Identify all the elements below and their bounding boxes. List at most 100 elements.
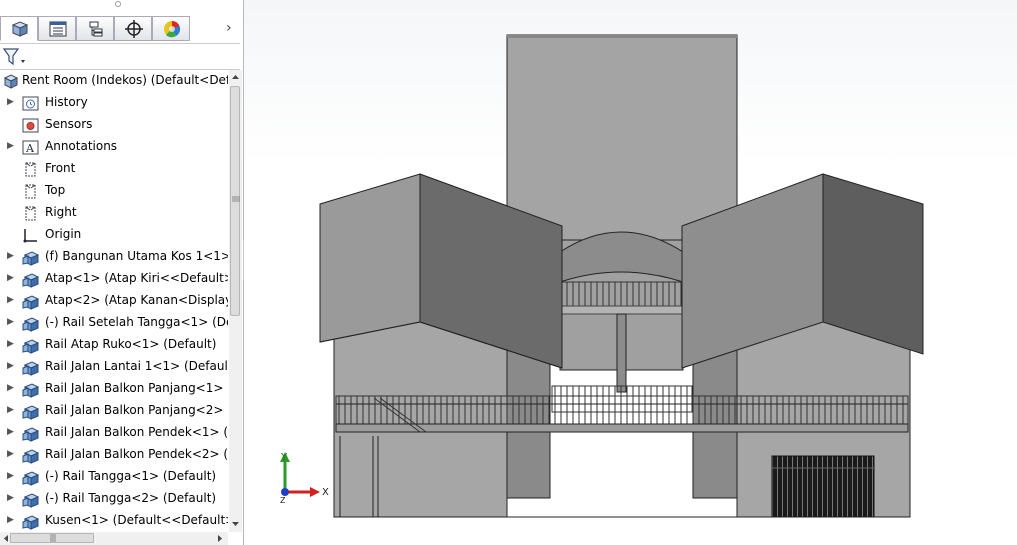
tab-configurationmanager[interactable] — [76, 16, 114, 41]
tree-item[interactable]: ▶ (-) Rail Setelah Tangga<1> (Default — [0, 312, 228, 334]
filter-row — [0, 43, 240, 70]
tab-propertymanager[interactable] — [38, 16, 76, 41]
expand-arrow-icon[interactable]: ▶ — [7, 317, 14, 327]
tree-item[interactable]: Front — [0, 158, 228, 180]
part-icon — [22, 405, 40, 420]
tree-item[interactable]: ▶ Atap<2> (Atap Kanan<Display Stat — [0, 290, 228, 312]
tree-item-label: Top — [45, 183, 66, 197]
tree-item-label: Kusen<1> (Default<<Default>_Pho — [45, 513, 228, 527]
expand-arrow-icon[interactable]: ▶ — [7, 383, 14, 393]
expand-arrow-icon[interactable]: ▶ — [7, 449, 14, 459]
expand-arrow-icon[interactable]: ▶ — [7, 405, 14, 415]
assembly-icon — [3, 74, 19, 89]
tree-item-label: (-) Rail Setelah Tangga<1> (Default — [45, 315, 228, 329]
tab-displaymanager[interactable] — [152, 16, 190, 41]
left-roof-side — [319, 173, 421, 343]
tree-vertical-scrollbar[interactable] — [229, 70, 242, 532]
tree-horizontal-scrollbar[interactable] — [0, 532, 228, 545]
part-icon — [22, 339, 40, 354]
tree-item[interactable]: ▶ Rail Jalan Balkon Panjang<2> (Defa — [0, 400, 228, 422]
y-axis-label: Y — [280, 452, 288, 463]
graphics-viewport[interactable]: Y X Z — [244, 0, 1017, 545]
tree-item[interactable]: ▶ Rail Jalan Balkon Pendek<1> (Defa — [0, 422, 228, 444]
part-icon — [22, 383, 40, 398]
feature-tree: Rent Room (Indekos) (Default<Default ▶ His… — [0, 70, 228, 532]
filter-icon[interactable] — [3, 48, 27, 66]
tree-item[interactable]: Origin — [0, 224, 228, 246]
grip-lines-icon — [50, 534, 56, 542]
tree-item-label: Rail Jalan Lantai 1<1> (Default) — [45, 359, 228, 373]
part-icon — [22, 427, 40, 442]
tree-item[interactable]: ▶ Atap<1> (Atap Kiri<<Default>_Pho — [0, 268, 228, 290]
tab-overflow-chevron[interactable]: › — [226, 20, 232, 36]
expand-arrow-icon[interactable]: ▶ — [7, 295, 14, 305]
tree-item-label: Rail Atap Ruko<1> (Default) — [45, 337, 217, 351]
tree-item-label: History — [45, 95, 88, 109]
tree-item[interactable]: ▶ Rail Atap Ruko<1> (Default) — [0, 334, 228, 356]
tree-item-label: Rail Jalan Balkon Panjang<1> (Defa — [45, 381, 228, 395]
tree-item-label: Sensors — [45, 117, 93, 131]
scroll-left-arrow-icon[interactable] — [2, 534, 10, 543]
tree-item[interactable]: ▶ Rail Jalan Balkon Panjang<1> (Defa — [0, 378, 228, 400]
tree-item-label: Front — [45, 161, 76, 175]
tab-dimxpertmanager[interactable] — [114, 16, 152, 41]
expand-arrow-icon[interactable]: ▶ — [7, 427, 14, 437]
part-icon — [22, 361, 40, 376]
expand-arrow-icon[interactable]: ▶ — [7, 471, 14, 481]
expand-arrow-icon[interactable]: ▶ — [7, 273, 14, 283]
expand-arrow-icon[interactable]: ▶ — [7, 339, 14, 349]
tree-item[interactable]: ▶ (-) Rail Tangga<1> (Default) — [0, 466, 228, 488]
tree-item[interactable]: Top — [0, 180, 228, 202]
grip-lines-icon — [232, 196, 240, 202]
tree-item[interactable]: ▶ (f) Bangunan Utama Kos 1<1> (Def — [0, 246, 228, 268]
expand-arrow-icon[interactable]: ▶ — [7, 97, 14, 107]
tree-item-label: Rent Room (Indekos) (Default<Default — [22, 73, 228, 87]
scroll-right-arrow-icon[interactable] — [216, 534, 224, 543]
expand-arrow-icon[interactable]: ▶ — [7, 515, 14, 525]
tree-item-label: Rail Jalan Balkon Pendek<1> (Defa — [45, 425, 228, 439]
expand-arrow-icon[interactable]: ▶ — [7, 251, 14, 261]
dimxpertmanager-icon — [125, 20, 143, 38]
panel-grip-handle[interactable] — [115, 1, 121, 7]
tree-item-label: Right — [45, 205, 77, 219]
tree-item-label: (-) Rail Tangga<1> (Default) — [45, 469, 217, 483]
tree-item[interactable]: ▶ (-) Rail Tangga<2> (Default) — [0, 488, 228, 510]
vertical-scroll-thumb[interactable] — [230, 86, 240, 316]
part-icon — [22, 251, 40, 266]
building-model[interactable] — [244, 0, 1017, 545]
origin-icon — [23, 229, 37, 243]
horizontal-scroll-thumb[interactable] — [10, 533, 94, 543]
part-icon — [22, 471, 40, 486]
balcony-slab — [335, 423, 909, 433]
scroll-down-arrow-icon[interactable] — [231, 520, 240, 528]
plane-icon — [25, 184, 36, 199]
part-icon — [22, 493, 40, 508]
displaymanager-icon — [164, 20, 181, 38]
tree-item[interactable]: ▶ Rail Jalan Balkon Pendek<2> (Defa — [0, 444, 228, 466]
z-axis-dot — [281, 488, 289, 496]
scroll-up-arrow-icon[interactable] — [231, 73, 240, 81]
tree-item-label: Atap<2> (Atap Kanan<Display Stat — [45, 293, 228, 307]
plane-icon — [25, 162, 36, 177]
feature-manager-panel: › Rent Room (Indekos) (Default<Default ▶ H… — [0, 0, 244, 545]
sensors-folder-icon — [22, 118, 39, 133]
tree-root-assembly[interactable]: Rent Room (Indekos) (Default<Default — [0, 70, 228, 92]
tree-item[interactable]: ▶ A Annotations — [0, 136, 228, 158]
tree-item-label: (-) Rail Tangga<2> (Default) — [45, 491, 217, 505]
tree-item[interactable]: Sensors — [0, 114, 228, 136]
tree-item[interactable]: ▶ Kusen<1> (Default<<Default>_Pho — [0, 510, 228, 532]
part-icon — [22, 515, 40, 530]
tree-item[interactable]: ▶ Rail Jalan Lantai 1<1> (Default) — [0, 356, 228, 378]
manager-tab-bar: › — [0, 16, 243, 42]
expand-arrow-icon[interactable]: ▶ — [7, 361, 14, 371]
tab-featuremanager[interactable] — [0, 16, 38, 41]
annotations-folder-icon: A — [22, 140, 39, 155]
tree-item[interactable]: ▶ History — [0, 92, 228, 114]
tree-item-label: Annotations — [45, 139, 118, 153]
x-axis-label: X — [322, 487, 329, 498]
z-axis-label: Z — [280, 496, 286, 504]
expand-arrow-icon[interactable]: ▶ — [7, 493, 14, 503]
tree-item[interactable]: Right — [0, 202, 228, 224]
expand-arrow-icon[interactable]: ▶ — [7, 141, 14, 151]
tree-item-label: Rail Jalan Balkon Panjang<2> (Defa — [45, 403, 228, 417]
